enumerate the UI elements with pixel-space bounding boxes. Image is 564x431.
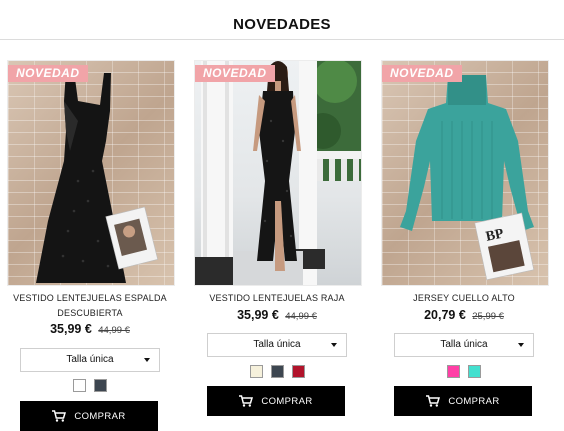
product-name-line2: DESCUBIERTA [57, 308, 123, 318]
price: 35,99 € [50, 322, 92, 336]
old-price: 25,99 € [472, 311, 504, 322]
cart-icon [239, 395, 254, 407]
product-image-2[interactable]: NOVEDAD [194, 60, 362, 286]
old-price: 44,99 € [98, 325, 130, 336]
color-swatch-gray[interactable] [270, 365, 284, 378]
price-row: 20,79 € 25,99 € [381, 306, 547, 324]
color-swatch-cream[interactable] [249, 365, 263, 378]
color-swatch-red[interactable] [291, 365, 305, 378]
product-name-line1: VESTIDO LENTEJUELAS ESPALDA [13, 293, 167, 303]
color-swatch-aqua[interactable] [468, 365, 481, 378]
old-price: 44,99 € [285, 311, 317, 322]
buy-button[interactable]: COMPRAR [207, 386, 345, 416]
cart-icon [52, 410, 67, 422]
price-row: 35,99 € 44,99 € [194, 306, 360, 324]
color-swatches [194, 365, 360, 378]
product-name-line1: JERSEY CUELLO ALTO [413, 293, 515, 303]
model-sequin-dress-image [195, 61, 361, 285]
new-badge: NOVEDAD [382, 65, 462, 82]
product-card-1: NOVEDAD VESTIDO LENTEJUELAS ESPALDA DESC… [7, 60, 175, 431]
product-image-3[interactable]: BP NOVEDAD [381, 60, 549, 286]
price-row: 35,99 € 44,99 € [7, 320, 173, 338]
price: 35,99 € [237, 308, 279, 322]
product-name-line1: VESTIDO LENTEJUELAS RAJA [209, 293, 345, 303]
product-name[interactable]: VESTIDO LENTEJUELAS ESPALDA DESCUBIERTA [7, 291, 173, 321]
size-select[interactable]: Talla única [394, 333, 534, 357]
buy-button-label: COMPRAR [448, 395, 500, 407]
new-badge: NOVEDAD [195, 65, 275, 82]
color-swatch-white[interactable] [73, 379, 86, 392]
color-swatch-pink[interactable] [447, 365, 460, 378]
turtleneck-sweater-image: BP [400, 75, 535, 281]
chevron-down-icon [331, 343, 337, 347]
product-name[interactable]: JERSEY CUELLO ALTO [381, 291, 547, 306]
new-badge: NOVEDAD [8, 65, 88, 82]
size-select[interactable]: Talla única [207, 333, 347, 357]
chevron-down-icon [144, 358, 150, 362]
buy-button-label: COMPRAR [261, 395, 313, 407]
product-image-1[interactable]: NOVEDAD [7, 60, 175, 286]
color-swatches [7, 379, 173, 392]
product-card-3: BP NOVEDAD JERSEY CUELLO ALTO 20,79 € 25… [381, 60, 549, 420]
size-select-value: Talla única [440, 339, 488, 350]
buy-button[interactable]: COMPRAR [20, 401, 158, 431]
color-swatch-gray[interactable] [94, 379, 107, 392]
chevron-down-icon [518, 343, 524, 347]
title-divider [0, 39, 564, 40]
black-sequin-dress-image [36, 71, 159, 283]
size-select-value: Talla única [253, 339, 301, 350]
product-card-2: NOVEDAD VESTIDO LENTEJUELAS RAJA 35,99 €… [194, 60, 362, 420]
section-title: NOVEDADES [233, 16, 331, 33]
buy-button[interactable]: COMPRAR [394, 386, 532, 416]
size-select[interactable]: Talla única [20, 348, 160, 372]
color-swatches [381, 365, 547, 378]
price: 20,79 € [424, 308, 466, 322]
product-name[interactable]: VESTIDO LENTEJUELAS RAJA [194, 291, 360, 306]
size-select-value: Talla única [66, 354, 114, 365]
cart-icon [426, 395, 441, 407]
